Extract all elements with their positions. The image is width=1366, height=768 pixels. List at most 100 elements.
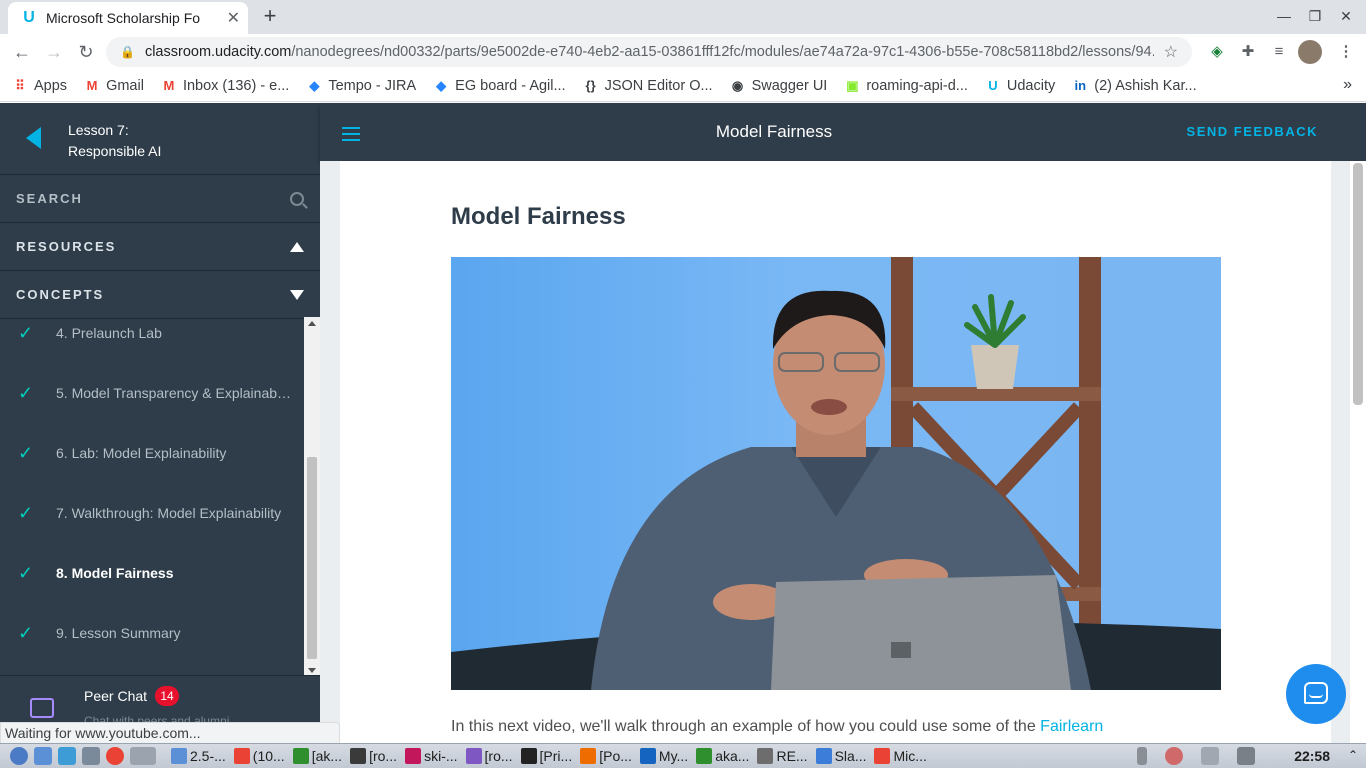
terminal-icon[interactable] <box>82 747 100 765</box>
bookmark-star-icon[interactable]: ☆ <box>1164 42 1178 62</box>
bookmark-item[interactable]: ◉ Swagger UI <box>730 77 828 94</box>
extensions-puzzle-icon[interactable]: ✚ <box>1236 40 1260 64</box>
send-feedback-button[interactable]: SEND FEEDBACK <box>1187 103 1318 161</box>
profile-avatar[interactable] <box>1298 40 1322 64</box>
bookmark-label: Gmail <box>106 77 144 94</box>
taskbar-tasks: 2.5-... (10... [ak... [ro... ski-... [ro... [P… <box>171 748 935 764</box>
classroom-header: Model Fairness SEND FEEDBACK <box>320 103 1366 161</box>
gmail-icon: M <box>163 78 175 93</box>
settings-flower-icon[interactable] <box>1165 747 1183 765</box>
taskbar-task[interactable]: RE... <box>757 748 808 764</box>
support-chat-button[interactable] <box>1286 664 1346 724</box>
bookmark-item[interactable]: ◆ Tempo - JIRA <box>306 78 416 94</box>
taskbar-task[interactable]: [Po... <box>580 748 632 764</box>
taskbar-task[interactable]: 2.5-... <box>171 748 226 764</box>
minimize-window-icon[interactable]: — <box>1274 6 1294 26</box>
clock[interactable]: 22:58 <box>1294 748 1330 764</box>
battery-icon[interactable] <box>1137 747 1147 765</box>
collapse-triangle-icon[interactable] <box>290 241 304 252</box>
app-icon <box>815 748 832 764</box>
task-label: Mic... <box>893 748 927 764</box>
bookmark-item[interactable]: U Udacity <box>985 78 1055 94</box>
taskbar-task[interactable]: ski-... <box>405 748 458 764</box>
bookmark-label: Swagger UI <box>751 77 828 94</box>
expand-triangle-icon[interactable] <box>290 289 304 300</box>
concept-item[interactable]: ✓ 5. Model Transparency & Explainability <box>0 373 304 413</box>
concept-item[interactable]: ✓ 6. Lab: Model Explainability <box>0 433 304 473</box>
lesson-video[interactable] <box>451 257 1221 690</box>
taskbar-task[interactable]: Mic... <box>874 748 927 764</box>
workspace-switcher-icon[interactable] <box>130 747 156 765</box>
concept-item[interactable]: ✓ 8. Model Fairness <box>0 553 304 593</box>
extension-shield-icon[interactable]: ◈ <box>1205 40 1229 64</box>
fairlearn-link[interactable]: Fairlearn <box>1040 718 1103 735</box>
browser-tab[interactable]: U Microsoft Scholarship Fo ✕ <box>8 2 248 34</box>
taskbar-task[interactable]: [ro... <box>465 748 513 764</box>
lesson-sidebar: Lesson 7: Responsible AI SEARCH RESOURCE… <box>0 103 320 743</box>
browser-status-text: Waiting for www.youtube.com... <box>0 722 340 744</box>
concept-label: 6. Lab: Model Explainability <box>56 445 227 461</box>
taskbar-task[interactable]: (10... <box>233 748 285 764</box>
media-controls-icon[interactable]: ≡ <box>1267 40 1291 64</box>
bookmark-label: Inbox (136) - e... <box>182 77 290 94</box>
search-icon[interactable] <box>290 191 304 206</box>
taskbar-task[interactable]: [ro... <box>350 748 397 764</box>
back-arrow-icon[interactable] <box>26 127 41 149</box>
notification-arrow-icon[interactable]: ⌃ <box>1348 748 1358 762</box>
scroll-down-icon[interactable] <box>308 668 316 673</box>
start-menu-icon[interactable] <box>10 747 28 765</box>
new-tab-button[interactable]: + <box>258 4 282 28</box>
sidebar-scrollbar[interactable] <box>304 317 320 677</box>
taskbar-task[interactable]: [ak... <box>292 748 342 764</box>
browser-menu-icon[interactable]: ⋮ <box>1334 40 1358 64</box>
concept-item[interactable]: ✓ 4. Prelaunch Lab <box>0 319 304 353</box>
app-icon <box>171 748 187 764</box>
sidebar-search[interactable]: SEARCH <box>0 175 320 223</box>
concept-item[interactable]: ✓ 9. Lesson Summary <box>0 613 304 653</box>
bookmark-label: JSON Editor O... <box>604 77 713 94</box>
file-manager-icon[interactable] <box>58 747 76 765</box>
taskbar-task[interactable]: My... <box>639 748 689 764</box>
address-url[interactable]: classroom.udacity.com/nanodegrees/nd0033… <box>145 44 1154 60</box>
reload-icon[interactable]: ↻ <box>74 40 98 64</box>
bookmark-item[interactable]: ▣ roaming-api-d... <box>844 78 968 94</box>
taskbar-task[interactable]: [Pri... <box>520 748 572 764</box>
taskbar-task[interactable]: Sla... <box>815 748 867 764</box>
bookmark-item[interactable]: M Inbox (136) - e... <box>161 77 290 94</box>
checkmark-icon: ✓ <box>18 503 34 523</box>
intro-paragraph: In this next video, we'll walk through a… <box>451 718 1104 735</box>
checkmark-icon: ✓ <box>18 443 34 463</box>
sidebar-resources[interactable]: RESOURCES <box>0 223 320 271</box>
chrome-launcher-icon[interactable] <box>106 747 124 765</box>
show-desktop-icon[interactable] <box>34 747 52 765</box>
volume-icon[interactable] <box>1237 747 1255 765</box>
task-label: Sla... <box>834 748 867 764</box>
bookmark-item[interactable]: ⠿ Apps <box>12 78 67 94</box>
scroll-up-icon[interactable] <box>308 321 316 326</box>
back-icon[interactable]: ← <box>10 40 34 64</box>
network-icon[interactable] <box>1201 747 1219 765</box>
bookmark-item[interactable]: in (2) Ashish Kar... <box>1072 78 1196 94</box>
bookmark-item[interactable]: M Gmail <box>84 78 144 94</box>
sidebar-concepts[interactable]: CONCEPTS <box>0 271 320 319</box>
task-label: My... <box>658 748 689 764</box>
tab-close-icon[interactable]: ✕ <box>227 8 240 28</box>
bookmark-item[interactable]: ◆ EG board - Agil... <box>433 78 565 94</box>
gmail-icon: M <box>86 78 98 93</box>
peer-chat-badge: 14 <box>155 686 179 706</box>
bookmarks-overflow-icon[interactable]: » <box>1343 76 1352 94</box>
address-bar[interactable]: 🔒 classroom.udacity.com/nanodegrees/nd00… <box>106 37 1192 67</box>
close-window-icon[interactable]: ✕ <box>1336 6 1356 26</box>
main-scrollbar[interactable] <box>1350 161 1366 743</box>
bookmark-item[interactable]: {} JSON Editor O... <box>583 78 713 94</box>
jira-icon: ◆ <box>309 77 320 93</box>
maximize-window-icon[interactable]: ❐ <box>1305 6 1325 26</box>
task-label: 2.5-... <box>190 748 226 764</box>
tab-title: Microsoft Scholarship Fo <box>46 10 201 26</box>
lesson-header[interactable]: Lesson 7: Responsible AI <box>0 103 320 175</box>
forward-icon[interactable]: → <box>42 40 66 64</box>
main-scrollbar-thumb[interactable] <box>1353 163 1363 405</box>
scrollbar-thumb[interactable] <box>307 457 317 659</box>
concept-item[interactable]: ✓ 7. Walkthrough: Model Explainability <box>0 493 304 533</box>
taskbar-task[interactable]: aka... <box>696 748 749 764</box>
